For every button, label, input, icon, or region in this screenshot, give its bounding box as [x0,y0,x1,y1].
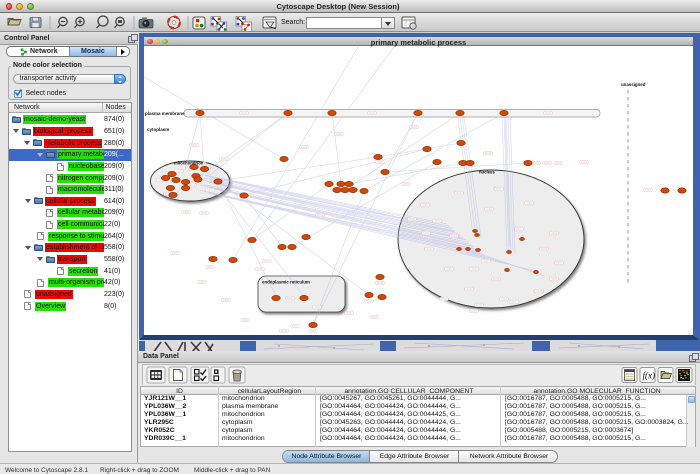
svg-text:plasma membrane: plasma membrane [145,111,185,116]
svg-text:endoplasmic reticulum: endoplasmic reticulum [262,280,310,285]
svg-text:nucleus: nucleus [479,170,495,175]
svg-text:unassigned: unassigned [621,82,646,87]
svg-text:cytoplasm: cytoplasm [147,127,169,132]
svg-text:f(x): f(x) [643,371,656,381]
svg-text:mitochondrion: mitochondrion [174,161,204,166]
